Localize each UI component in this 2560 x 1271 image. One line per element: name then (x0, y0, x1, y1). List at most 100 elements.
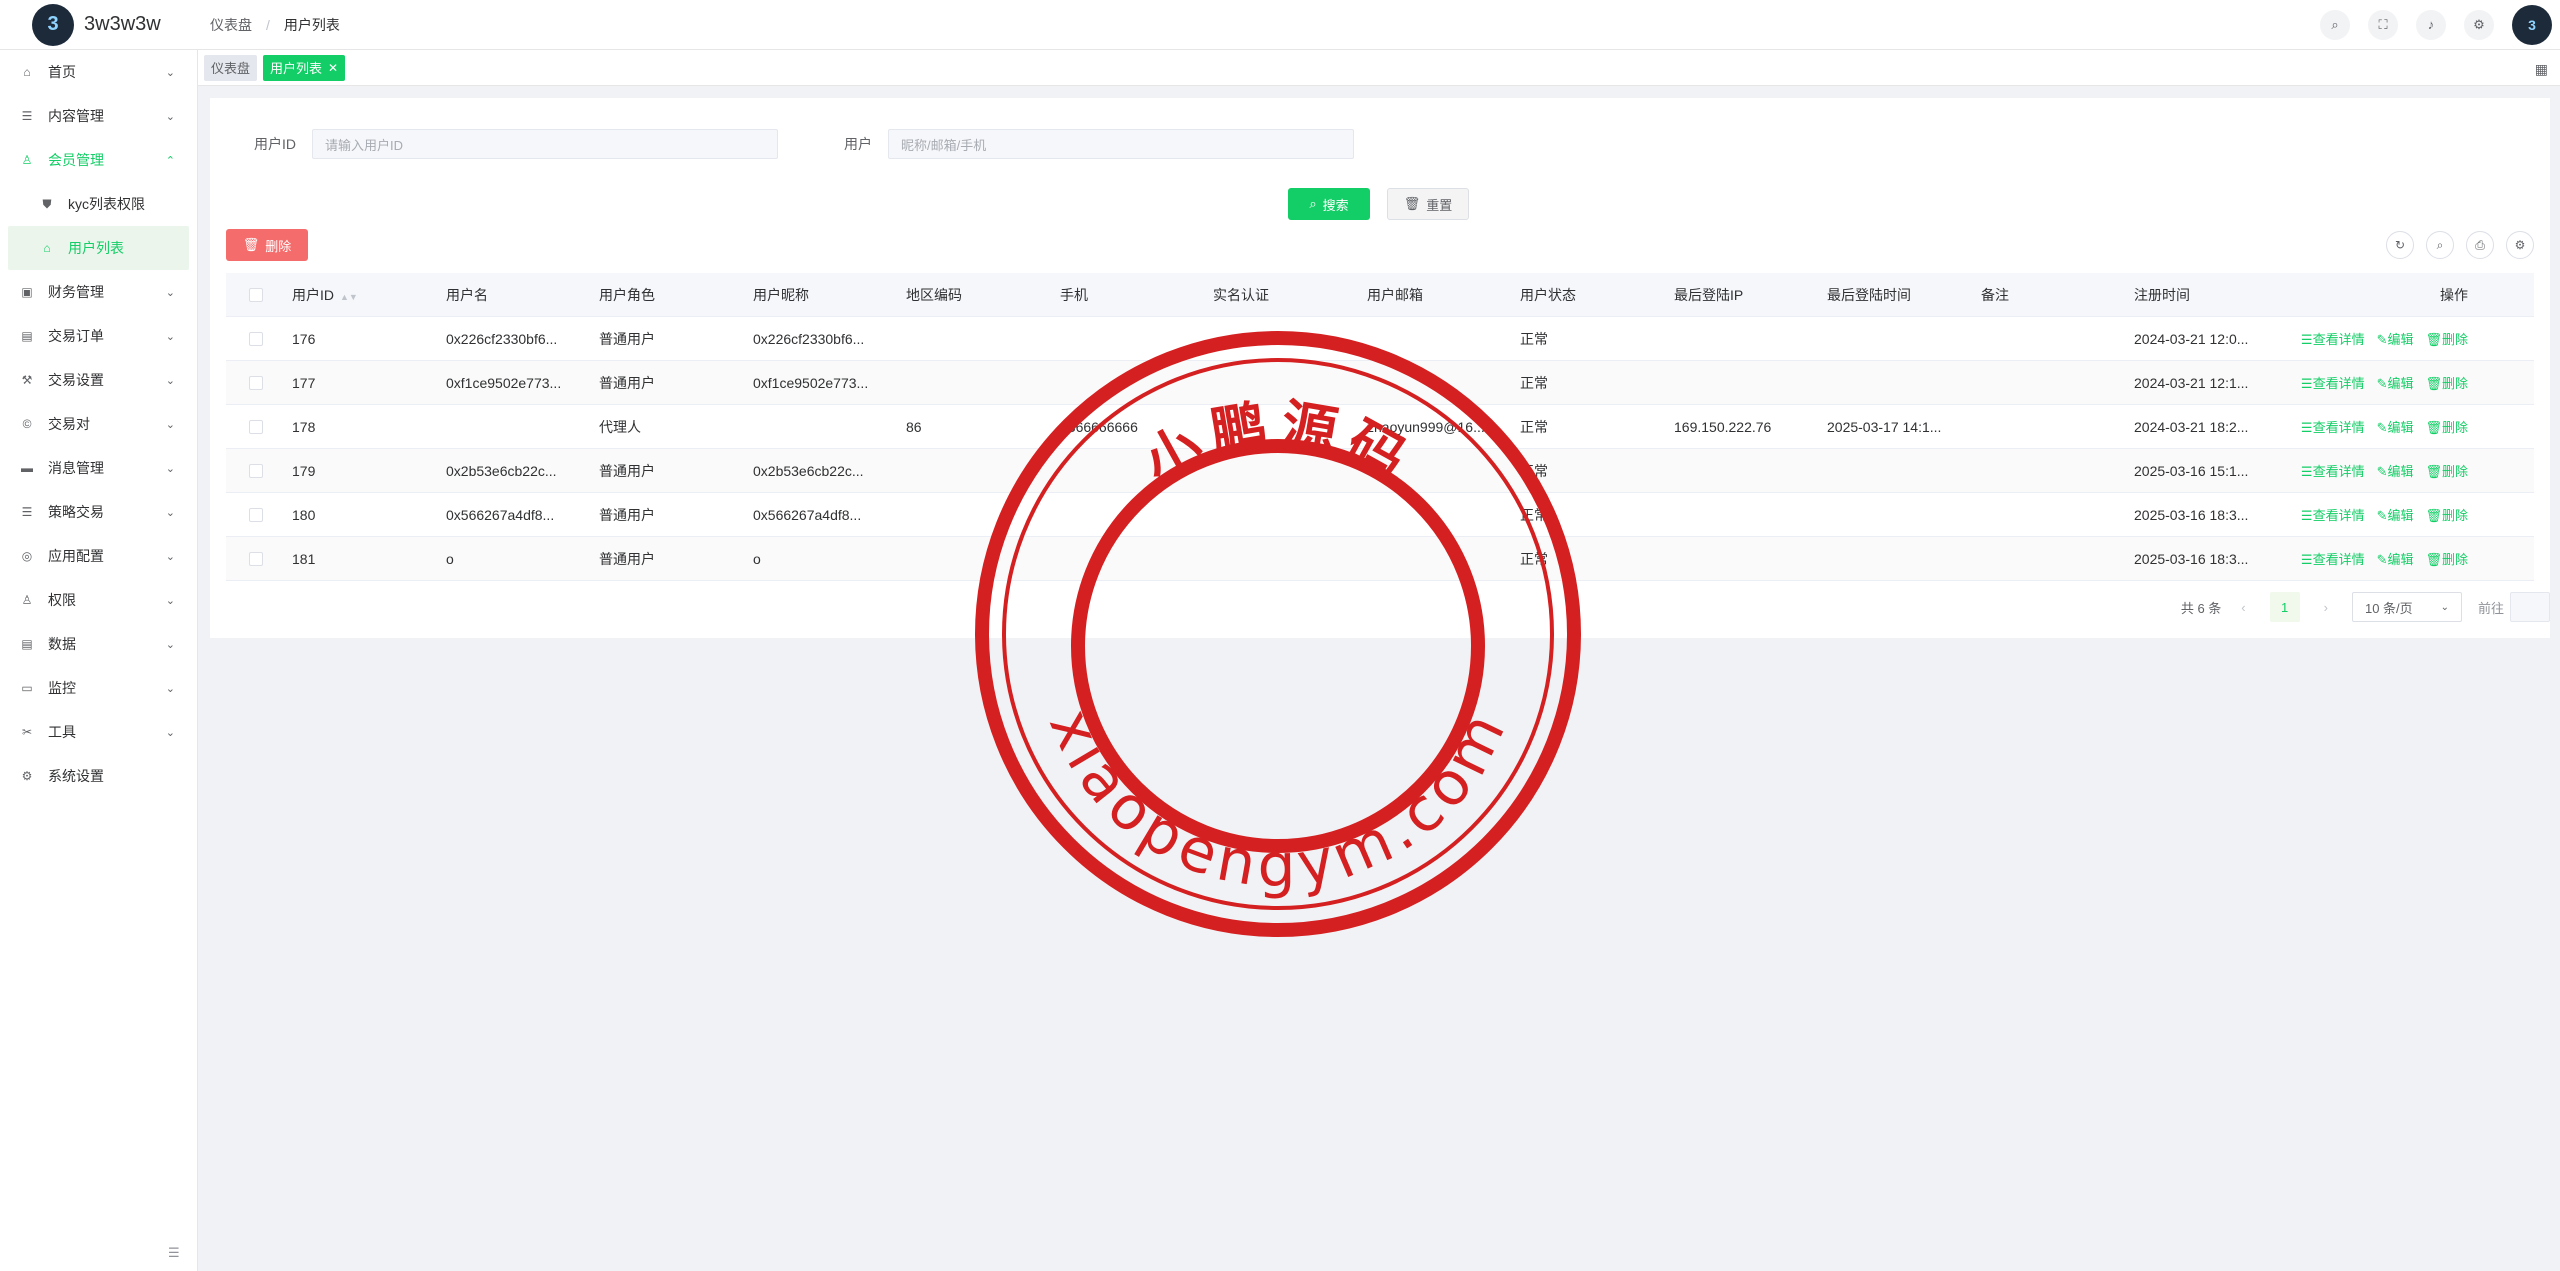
table-cell: 169.150.222.76 (1674, 418, 1772, 435)
delete-link[interactable]: 🗑删除 (2425, 505, 2468, 524)
view-details-link[interactable]: ☰查看详情 (2301, 417, 2365, 436)
tag-user-list[interactable]: 用户列表 ✕ (263, 54, 346, 81)
submenu-item-1[interactable]: ⌂ 用户列表 (8, 226, 189, 270)
bell-icon[interactable]: ♪ (2416, 9, 2446, 40)
finance-icon: ▣ (21, 285, 33, 299)
sidebar-item-system[interactable]: ⚙ 系统设置 (0, 754, 197, 798)
column-header-label: 用户ID (292, 286, 334, 303)
sidebar-item-app-config[interactable]: ◎ 应用配置 ⌄ (0, 534, 197, 578)
stamp-bottom-text: xiaopengym.com (1035, 697, 1521, 901)
table-row: 180 0x566267a4df8... 普通用户 0x566267a4df8... 正… (226, 493, 2534, 537)
row-checkbox[interactable] (226, 375, 286, 390)
row-checkbox[interactable] (226, 551, 286, 566)
sidebar-item-strategy[interactable]: ☰ 策略交易 ⌄ (0, 490, 197, 534)
strategy-icon: ☰ (21, 505, 33, 519)
column-header: 操作 (2282, 285, 2486, 305)
sidebar-item-permissions[interactable]: ♙ 权限 ⌄ (0, 578, 197, 622)
user-input[interactable]: 昵称/邮箱/手机 (888, 129, 1354, 159)
reset-button[interactable]: 🗑 重置 (1387, 188, 1469, 220)
delete-link[interactable]: 🗑删除 (2425, 373, 2468, 392)
submenu-item-0[interactable]: ⛊ kyc列表权限 (0, 182, 197, 226)
edit-link[interactable]: ✎编辑 (2377, 549, 2414, 568)
table-cell: 普通用户 (599, 462, 655, 479)
sidebar-item-messages[interactable]: ▬ 消息管理 ⌄ (0, 446, 197, 490)
user-id-input[interactable]: 请输入用户ID (312, 129, 778, 159)
table-cell: 普通用户 (599, 374, 655, 391)
select-all-checkbox[interactable] (226, 287, 286, 302)
view-details-link[interactable]: ☰查看详情 (2301, 549, 2365, 568)
refresh-icon[interactable]: ↻ (2386, 231, 2414, 259)
edit-link[interactable]: ✎编辑 (2377, 505, 2414, 524)
next-page-icon[interactable]: › (2324, 600, 2328, 615)
chevron-down-icon: ⌄ (2440, 601, 2449, 613)
columns-settings-icon[interactable]: ⚙ (2506, 231, 2534, 259)
search-button[interactable]: ⌕ 搜索 (1288, 188, 1370, 220)
view-details-link[interactable]: ☰查看详情 (2301, 373, 2365, 392)
sidebar-item-finance[interactable]: ▣ 财务管理 ⌄ (0, 270, 197, 314)
search-icon[interactable]: ⌕ (2320, 9, 2350, 40)
table-row: 176 0x226cf2330bf6... 普通用户 0x226cf2330bf6..… (226, 317, 2534, 361)
view-details-link[interactable]: ☰查看详情 (2301, 461, 2365, 480)
sidebar-item-home[interactable]: ⌂ 首页 ⌄ (0, 50, 197, 94)
edit-link[interactable]: ✎编辑 (2377, 461, 2414, 480)
table-row: 177 0xf1ce9502e773... 普通用户 0xf1ce9502e773..… (226, 361, 2534, 405)
page-number[interactable]: 1 (2269, 592, 2300, 622)
delete-link[interactable]: 🗑删除 (2425, 549, 2468, 568)
sidebar-item-data[interactable]: ▤ 数据 ⌄ (0, 622, 197, 666)
delete-link[interactable]: 🗑删除 (2425, 329, 2468, 348)
row-checkbox[interactable] (226, 419, 286, 434)
chevron-down-icon: ⌄ (165, 418, 175, 431)
row-checkbox[interactable] (226, 507, 286, 522)
tag-dashboard[interactable]: 仪表盘 (204, 54, 258, 81)
sidebar-item-label: 会员管理 (48, 152, 104, 168)
row-checkbox[interactable] (226, 463, 286, 478)
breadcrumb-dashboard[interactable]: 仪表盘 (210, 15, 252, 35)
view-details-link[interactable]: ☰查看详情 (2301, 505, 2365, 524)
sidebar-item-label: 监控 (48, 680, 76, 696)
table-cell: 0xf1ce9502e773... (446, 374, 562, 391)
trash-icon: 🗑 (242, 237, 260, 252)
sidebar-item-label: 策略交易 (48, 504, 104, 520)
view-details-link[interactable]: ☰查看详情 (2301, 329, 2365, 348)
sidebar-item-trade-orders[interactable]: ▤ 交易订单 ⌄ (0, 314, 197, 358)
delete-link[interactable]: 🗑删除 (2425, 461, 2468, 480)
user-label: 用户 (844, 136, 872, 152)
prev-page-icon[interactable]: ‹ (2241, 600, 2245, 615)
edit-link[interactable]: ✎编辑 (2377, 329, 2414, 348)
column-header: 备注 (1975, 285, 2128, 305)
grid-icon[interactable]: ▦ (2535, 61, 2548, 78)
table-cell: 181 (292, 550, 316, 567)
column-header[interactable]: 用户ID ▲▼ (286, 285, 440, 305)
chevron-down-icon: ⌄ (165, 286, 175, 299)
sidebar-item-member[interactable]: ♙ 会员管理 ⌃ (0, 138, 197, 182)
delete-link[interactable]: 🗑删除 (2425, 417, 2468, 436)
column-header: 用户名 (440, 285, 593, 305)
sort-icon[interactable]: ▲▼ (340, 292, 358, 302)
sidebar-item-trade-pairs[interactable]: © 交易对 ⌄ (0, 402, 197, 446)
sidebar-item-label: 交易设置 (48, 372, 104, 388)
edit-link[interactable]: ✎编辑 (2377, 373, 2414, 392)
sidebar-item-label: 工具 (48, 724, 76, 740)
goto-page-input[interactable] (2510, 592, 2550, 622)
permissions-icon: ♙ (21, 593, 33, 607)
chevron-down-icon: ⌄ (165, 594, 175, 607)
settings-icon[interactable]: ⚙ (2464, 9, 2494, 40)
edit-link[interactable]: ✎编辑 (2377, 417, 2414, 436)
row-checkbox[interactable] (226, 331, 286, 346)
main-card: 用户ID 请输入用户ID 用户 昵称/邮箱/手机 ⌕ 搜索 🗑 重置 🗑 删除 ↻ ⌕… (210, 98, 2550, 638)
logo[interactable]: 3 3w3w3w (0, 0, 198, 50)
delete-button[interactable]: 🗑 删除 (226, 229, 308, 261)
collapse-sidebar-icon[interactable]: ☰ (168, 1245, 180, 1261)
search-toggle-icon[interactable]: ⌕ (2426, 231, 2454, 259)
avatar[interactable]: 3 (2512, 4, 2552, 45)
close-icon[interactable]: ✕ (328, 61, 338, 75)
page-size-select[interactable]: 10 条/页 ⌄ (2351, 592, 2462, 622)
submenu-icon: ⌂ (43, 241, 51, 255)
print-icon[interactable]: ⎙ (2466, 231, 2494, 259)
fullscreen-icon[interactable]: ⛶ (2368, 9, 2398, 40)
sidebar-item-trade-settings[interactable]: ⚒ 交易设置 ⌄ (0, 358, 197, 402)
sidebar-item-tools[interactable]: ✂ 工具 ⌄ (0, 710, 197, 754)
trade-settings-icon: ⚒ (21, 373, 33, 387)
sidebar-item-content[interactable]: ☰ 内容管理 ⌄ (0, 94, 197, 138)
sidebar-item-monitor[interactable]: ▭ 监控 ⌄ (0, 666, 197, 710)
